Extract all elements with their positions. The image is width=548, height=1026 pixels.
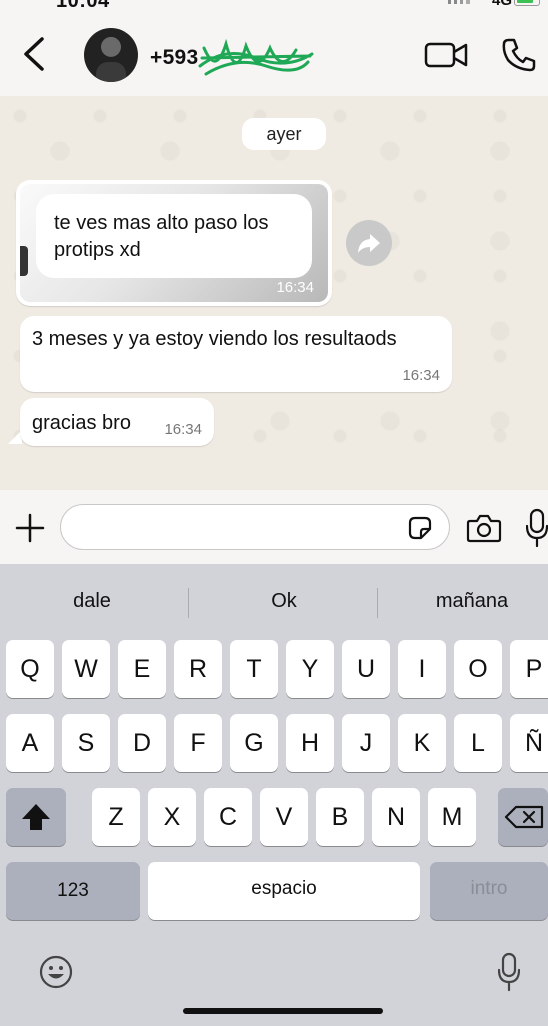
home-indicator xyxy=(183,1008,383,1014)
key-o[interactable]: O xyxy=(454,640,502,698)
image-message-text: te ves mas alto paso los protips xd xyxy=(54,212,269,261)
key-p[interactable]: P xyxy=(510,640,548,698)
delete-key[interactable] xyxy=(498,788,548,846)
key-w[interactable]: W xyxy=(62,640,110,698)
key-h[interactable]: H xyxy=(286,714,334,772)
status-bar: 10:04 4G xyxy=(0,0,548,14)
image-message[interactable]: te ves mas alto paso los protips xd 16:3… xyxy=(16,180,332,306)
status-time: 10:04 xyxy=(56,0,110,12)
shift-key[interactable] xyxy=(6,788,66,846)
key-f[interactable]: F xyxy=(174,714,222,772)
forward-icon xyxy=(358,234,380,253)
message-text: 3 meses y ya estoy viendo los resultaods xyxy=(32,328,397,350)
key-g[interactable]: G xyxy=(230,714,278,772)
shift-icon xyxy=(22,804,50,830)
chat-header: +593 xyxy=(0,14,548,96)
avatar[interactable] xyxy=(84,28,138,82)
key-a[interactable]: A xyxy=(6,714,54,772)
image-avatar-edge xyxy=(20,246,28,276)
key-u[interactable]: U xyxy=(342,640,390,698)
suggestion-divider xyxy=(188,588,189,618)
numbers-key[interactable]: 123 xyxy=(6,862,140,920)
camera-icon[interactable] xyxy=(466,512,502,544)
network-label: 4G xyxy=(491,0,512,9)
message-image: te ves mas alto paso los protips xd 16:3… xyxy=(20,184,328,302)
key-v[interactable]: V xyxy=(260,788,308,846)
phone-icon[interactable] xyxy=(500,36,538,74)
key-t[interactable]: T xyxy=(230,640,278,698)
message-time: 16:34 xyxy=(276,279,314,296)
key-z[interactable]: Z xyxy=(92,788,140,846)
forward-button[interactable] xyxy=(346,220,392,266)
backspace-icon xyxy=(504,805,544,829)
chat-area[interactable]: ayer te ves mas alto paso los protips xd… xyxy=(0,96,548,490)
key-j[interactable]: J xyxy=(342,714,390,772)
message-bubble[interactable]: 3 meses y ya estoy viendo los resultaods… xyxy=(20,316,452,392)
space-key[interactable]: espacio xyxy=(148,862,420,920)
plus-icon[interactable] xyxy=(14,512,46,544)
message-bubble[interactable]: gracias bro 16:34 xyxy=(20,398,214,446)
key-m[interactable]: M xyxy=(428,788,476,846)
key-c[interactable]: C xyxy=(204,788,252,846)
date-separator: ayer xyxy=(242,118,326,150)
key-q[interactable]: Q xyxy=(6,640,54,698)
key-b[interactable]: B xyxy=(316,788,364,846)
suggestion-divider xyxy=(377,588,378,618)
image-inner-bubble: te ves mas alto paso los protips xd xyxy=(36,194,312,278)
key-e[interactable]: E xyxy=(118,640,166,698)
return-key[interactable]: intro xyxy=(430,862,548,920)
key-n[interactable]: N xyxy=(372,788,420,846)
key-y[interactable]: Y xyxy=(286,640,334,698)
sticker-icon[interactable] xyxy=(406,514,434,542)
chevron-left-icon[interactable] xyxy=(20,36,48,72)
microphone-icon[interactable] xyxy=(526,506,548,548)
message-time: 16:34 xyxy=(402,367,440,384)
suggestion-1[interactable]: dale xyxy=(40,590,144,613)
key-d[interactable]: D xyxy=(118,714,166,772)
suggestion-3[interactable]: mañana xyxy=(420,590,524,613)
dictation-mic-icon[interactable] xyxy=(498,950,520,992)
key-k[interactable]: K xyxy=(398,714,446,772)
video-camera-icon[interactable] xyxy=(424,40,468,70)
key-ñ[interactable]: Ñ xyxy=(510,714,548,772)
key-i[interactable]: I xyxy=(398,640,446,698)
message-input[interactable] xyxy=(60,504,450,550)
key-r[interactable]: R xyxy=(174,640,222,698)
battery-icon xyxy=(514,0,540,6)
redaction-scribble xyxy=(198,38,314,76)
signal-icon xyxy=(448,0,470,4)
suggestion-2[interactable]: Ok xyxy=(232,590,336,613)
key-s[interactable]: S xyxy=(62,714,110,772)
message-text: gracias bro xyxy=(32,412,131,434)
message-time: 16:34 xyxy=(164,421,202,438)
emoji-icon[interactable] xyxy=(38,954,74,990)
suggestion-bar: dale Ok mañana xyxy=(0,564,548,642)
key-x[interactable]: X xyxy=(148,788,196,846)
contact-name[interactable]: +593 xyxy=(150,46,199,70)
compose-bar xyxy=(0,490,548,564)
key-l[interactable]: L xyxy=(454,714,502,772)
